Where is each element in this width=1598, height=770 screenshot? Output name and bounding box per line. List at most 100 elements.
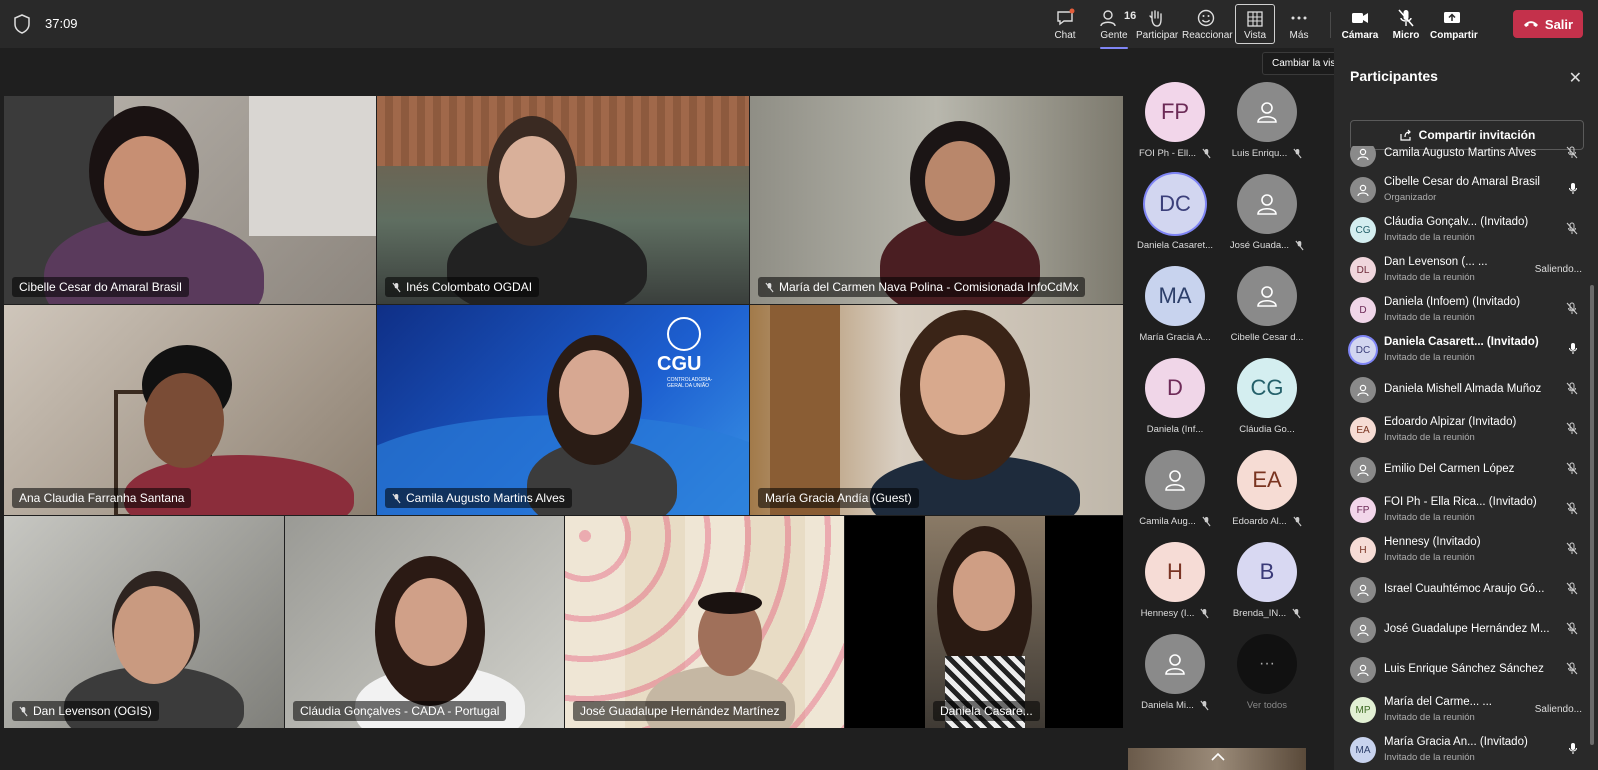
mic-off-icon[interactable] [1566,502,1578,520]
mic-off-icon[interactable] [1566,662,1578,680]
participant-row[interactable]: Cibelle Cesar do Amaral Brasil Organizado… [1350,170,1582,208]
avatar: D [1145,358,1205,418]
participant-row[interactable]: CG Cláudia Gonçalv... (Invitado) Invitado … [1350,210,1582,248]
gallery-tile[interactable]: Cibelle Cesar d... [1222,266,1312,356]
people-count: 16 [1124,10,1137,22]
mic-icon[interactable] [1568,742,1578,760]
participant-role: Invitado de la reunión [1384,712,1475,723]
share-button[interactable]: Compartir [1430,6,1478,46]
tile-name-label: Dan Levenson (OGIS) [12,701,159,721]
person-face [144,373,224,468]
participant-row[interactable]: MA María Gracia An... (Invitado) Invitado … [1350,730,1582,768]
person-face [953,551,1015,631]
video-tile[interactable]: Cláudia Gonçalves - CADA - Portugal [285,516,564,728]
gallery-tile[interactable]: MA María Gracia A... [1130,266,1220,356]
grid-view-icon [1247,11,1263,27]
participant-name: Daniela Casarett... (Invitado) [1384,336,1539,348]
mic-off-icon[interactable] [1566,222,1578,240]
gallery-tile[interactable]: CG Cláudia Go... [1222,358,1312,448]
chat-button[interactable]: Chat [1050,6,1080,46]
video-tile[interactable]: María del Carmen Nava Polina - Comisiona… [750,96,1123,304]
gallery-tile[interactable]: DC Daniela Casaret... [1130,174,1220,264]
mic-icon[interactable] [1568,342,1578,360]
video-tile[interactable]: Daniela Casare... [845,516,1123,728]
participant-row[interactable]: EA Edoardo Alpizar (Invitado) Invitado de … [1350,410,1582,448]
leave-button[interactable]: Salir [1513,10,1583,38]
gallery-tile[interactable]: EA Edoardo Al... [1222,450,1312,540]
view-button[interactable]: Vista [1235,4,1275,44]
react-button[interactable]: Reaccionar [1182,6,1233,46]
tile-name-label: Camila Augusto Martins Alves [385,488,572,508]
gallery-tile[interactable]: Daniela Mi... [1130,634,1220,724]
mic-off-icon[interactable] [1566,422,1578,440]
mic-off-icon[interactable] [1566,542,1578,560]
gallery-tile[interactable]: D Daniela (Inf... [1130,358,1220,448]
participant-row[interactable]: D Daniela (Infoem) (Invitado) Invitado de … [1350,290,1582,328]
participant-row[interactable]: FP FOI Ph - Ella Rica... (Invitado) Invita… [1350,490,1582,528]
mic-off-icon[interactable] [1566,582,1578,600]
gallery-tile[interactable]: Camila Aug... [1130,450,1220,540]
participant-name: Luis Enrique Sánchez Sánchez [1384,663,1544,675]
avatar: FP [1350,497,1376,523]
participant-row[interactable]: Daniela Mishell Almada Muñoz [1350,370,1582,408]
close-icon[interactable]: ✕ [1569,68,1582,88]
camera-button[interactable]: Cámara [1340,6,1380,46]
participant-row[interactable]: H Hennesy (Invitado) Invitado de la reunió… [1350,530,1582,568]
mic-off-icon [1202,516,1211,527]
avatar: DC [1145,174,1205,234]
mic-off-icon[interactable] [1566,146,1578,164]
video-tile[interactable]: María Gracia Andía (Guest) [750,305,1123,515]
video-tile[interactable]: CGU CONTROLADORIA-GERAL DA UNIÃO Camila … [377,305,749,515]
person-face [395,578,467,666]
person-icon [1257,194,1277,215]
mic-off-icon[interactable] [1566,302,1578,320]
video-tile[interactable]: Inés Colombato OGDAI [377,96,749,304]
video-tile[interactable]: Cibelle Cesar do Amaral Brasil [4,96,376,304]
mic-off-icon[interactable] [1566,382,1578,400]
participant-name: Emilio Del Carmen López [1384,463,1515,475]
participant-row[interactable]: Emilio Del Carmen López [1350,450,1582,488]
raise-hand-button[interactable]: Participar [1136,6,1178,46]
more-icon [1291,16,1307,20]
people-button[interactable]: 16 Gente [1094,6,1137,49]
participant-row[interactable]: DL Dan Levenson (... ... Invitado de la re… [1350,250,1582,288]
gallery-tile[interactable]: B Brenda_IN... [1222,542,1312,632]
hand-icon [1149,10,1162,27]
mic-icon[interactable] [1568,182,1578,200]
participant-row[interactable]: Camila Augusto Martins Alves [1350,146,1582,172]
mic-off-icon[interactable] [1566,462,1578,480]
panel-scrollbar[interactable] [1590,285,1594,745]
participant-role: Invitado de la reunión [1384,752,1475,763]
avatar [1237,266,1297,326]
mic-button[interactable]: Micro [1390,6,1422,46]
participant-row[interactable]: José Guadalupe Hernández M... [1350,610,1582,648]
avatar: DC [1350,337,1376,363]
camera-icon [1352,13,1368,23]
tile-name-label: José Guadalupe Hernández Martínez [573,701,787,721]
participant-row[interactable]: Israel Cuauhtémoc Araujo Gó... [1350,570,1582,608]
react-label: Reaccionar [1182,30,1233,41]
participant-name: Cibelle Cesar do Amaral Brasil [1384,176,1540,188]
cgu-logo-text: CGU [657,353,702,375]
mic-off-icon[interactable] [1566,622,1578,640]
panel-title: Participantes [1350,68,1438,84]
gallery-tile[interactable]: FP FOI Ph - Ell... [1130,82,1220,172]
gallery-tile[interactable]: Luis Enriqu... [1222,82,1312,172]
gallery-tile[interactable]: José Guada... [1222,174,1312,264]
video-tile[interactable]: Dan Levenson (OGIS) [4,516,284,728]
gallery-tile[interactable]: H Hennesy (I... [1130,542,1220,632]
participant-row[interactable]: Luis Enrique Sánchez Sánchez [1350,650,1582,688]
gallery-name: Camila Aug... [1139,516,1196,527]
mic-off-icon [1293,516,1302,527]
gallery-name: FOI Ph - Ell... [1138,148,1196,159]
participant-row[interactable]: MP María del Carme... ... Invitado de la r… [1350,690,1582,728]
mic-label: Micro [1392,30,1420,41]
video-tile[interactable]: José Guadalupe Hernández Martínez [565,516,844,728]
video-tile[interactable]: Ana Claudia Farranha Santana [4,305,376,515]
more-button[interactable]: Más [1284,6,1314,46]
participant-row[interactable]: DC Daniela Casarett... (Invitado) Invitado… [1350,330,1582,368]
person-face [559,350,629,435]
avatar [1350,457,1376,483]
person-icon [1165,654,1185,675]
see-all-button[interactable]: ··· Ver todos [1222,634,1312,724]
